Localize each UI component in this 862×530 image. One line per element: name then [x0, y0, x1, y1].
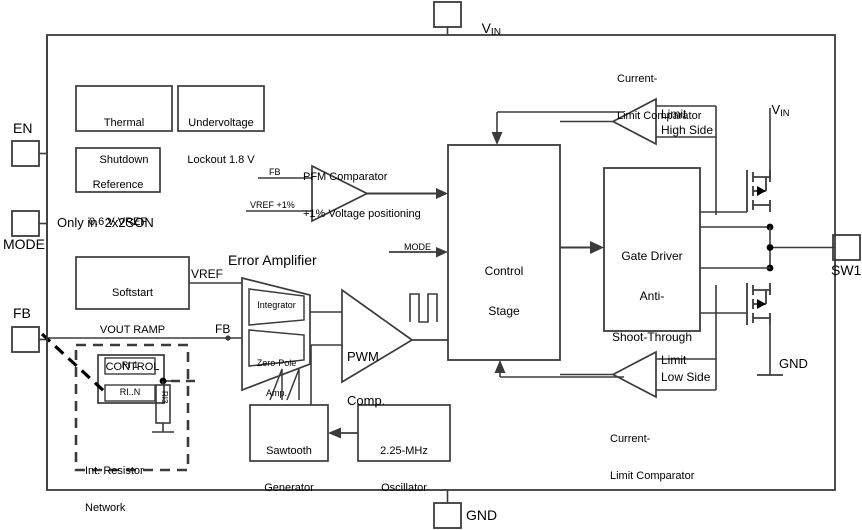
- sawtooth-input-arrowhead: [328, 427, 341, 439]
- sawtooth-line1: Sawtooth: [266, 444, 312, 457]
- pfm-input-vref-label: VREF +1%: [250, 200, 295, 210]
- internal-resistor-network-line1: Int. Resistor: [85, 464, 144, 477]
- pin-box-sw1: [832, 234, 861, 261]
- current-limit-low-title: Current- Limit Comparator: [610, 408, 694, 507]
- current-limit-low-input-lowside-label: Low Side: [661, 370, 711, 384]
- pfm-output-arrowhead: [436, 188, 448, 199]
- high-side-mosfet-arrow: [757, 186, 766, 196]
- pin-label-en: EN: [13, 120, 33, 136]
- pfm-comparator-title-line2: +1% Voltage positioning: [303, 207, 421, 220]
- current-limit-high-input-highside-label: High Side: [661, 123, 714, 137]
- current-limit-high-title-line1: Current-: [617, 72, 658, 85]
- error-amplifier-input-fb-label: FB: [215, 322, 231, 336]
- pin-box-fb: [11, 326, 40, 353]
- sw-node-dot: [766, 244, 774, 251]
- mode-signal-label: MODE: [404, 242, 431, 252]
- pin-label-gnd-bottom: GND: [466, 507, 498, 523]
- gate-driver-line2: Anti-: [639, 289, 665, 304]
- block-label-uvlo: Undervoltage Lockout 1.8 V: [178, 92, 264, 191]
- current-limit-low-input-limit-label: Limit: [661, 353, 687, 367]
- thermal-shutdown-line1: Thermal: [103, 116, 145, 129]
- vin-rail-label: VIN: [771, 101, 790, 118]
- internal-resistor-network-line2: Network: [85, 501, 126, 514]
- pin-box-mode: [11, 210, 40, 237]
- current-limit-high-input-limit-label: Limit: [661, 107, 687, 121]
- block-label-softstart: Softstart VOUT RAMP CONTROL: [76, 262, 189, 397]
- pfm-comparator-title: PFM Comparator +1% Voltage positioning: [303, 146, 421, 245]
- current-limit-low-title-line1: Current-: [610, 432, 651, 445]
- gnd-rail-label: GND: [779, 356, 808, 371]
- pwm-pulse-waveform-glyph: [409, 293, 438, 323]
- sawtooth-line2: Generator: [264, 481, 314, 494]
- current-limit-low-title-line2: Limit Comparator: [610, 469, 695, 482]
- current-limit-high-title-line2: Limit Comparator: [617, 109, 702, 122]
- integrator-label: Integrator: [257, 300, 296, 310]
- control-stage-bottom-arrowhead: [494, 360, 506, 373]
- uvlo-line2: Lockout 1.8 V: [187, 153, 255, 166]
- pin-label-fb: FB: [13, 305, 31, 321]
- gate-driver-label: Gate Driver Anti- Shoot-Through: [604, 223, 700, 371]
- resistor-ri1-label: RI 1: [121, 360, 139, 370]
- pin-box-en: [11, 140, 40, 167]
- mode-signal-arrowhead: [436, 247, 448, 258]
- pfm-comparator-title-line1: PFM Comparator: [303, 170, 388, 183]
- uvlo-line1: Undervoltage: [188, 116, 254, 129]
- low-side-mosfet-arrow: [757, 299, 766, 309]
- softstart-line2: VOUT RAMP: [99, 323, 166, 336]
- pin-label-vin-top: VIN: [481, 19, 501, 38]
- resistor-ri3-label: RI3: [160, 391, 169, 404]
- pfm-input-fb-label: FB: [269, 167, 281, 177]
- gate-driver-line1: Gate Driver: [621, 248, 683, 263]
- pin-label-mode: MODE: [3, 236, 45, 252]
- pwm-comparator-line1: PWM: [347, 349, 379, 365]
- oscillator-label: 2.25-MHz Oscillator: [358, 420, 450, 519]
- oscillator-line2: Oscillator: [381, 481, 427, 494]
- control-stage-label: Control Stage: [448, 238, 560, 346]
- block-label-reference: Reference 0.6 V VREF: [76, 154, 160, 253]
- pin-box-vin-top: [433, 1, 462, 28]
- resistor-rin-label: RI..N: [119, 387, 141, 397]
- annotation-only-in-package: Only in 2x2SON: [57, 215, 154, 230]
- error-amplifier-title: Error Amplifier: [228, 252, 317, 268]
- pin-label-sw1: SW1: [831, 262, 862, 278]
- pwm-comparator-line2: Comp.: [347, 392, 386, 408]
- oscillator-line1: 2.25-MHz: [380, 444, 428, 457]
- control-stage-line1: Control: [484, 263, 524, 278]
- reference-line1: Reference: [92, 178, 144, 191]
- gate-driver-line3: Shoot-Through: [611, 329, 693, 344]
- control-stage-top-arrowhead: [491, 132, 503, 145]
- zero-pole-line1: Zero-Pole: [256, 358, 297, 369]
- softstart-line1: Softstart: [112, 286, 153, 299]
- functional-block-diagram: VIN GND EN MODE FB SW1 Thermal Shutdown …: [0, 0, 862, 530]
- gate-driver-input-arrowhead: [590, 241, 604, 254]
- internal-resistor-network-label: Int. Resistor Network: [85, 440, 144, 530]
- sawtooth-generator-label: Sawtooth Generator: [250, 420, 328, 519]
- zero-pole-line2: Amp.: [265, 388, 287, 399]
- control-stage-line2: Stage: [488, 304, 520, 319]
- zero-pole-amp-label: Zero-Pole Amp.: [249, 338, 304, 419]
- error-amplifier-input-vref-label: VREF: [191, 267, 224, 281]
